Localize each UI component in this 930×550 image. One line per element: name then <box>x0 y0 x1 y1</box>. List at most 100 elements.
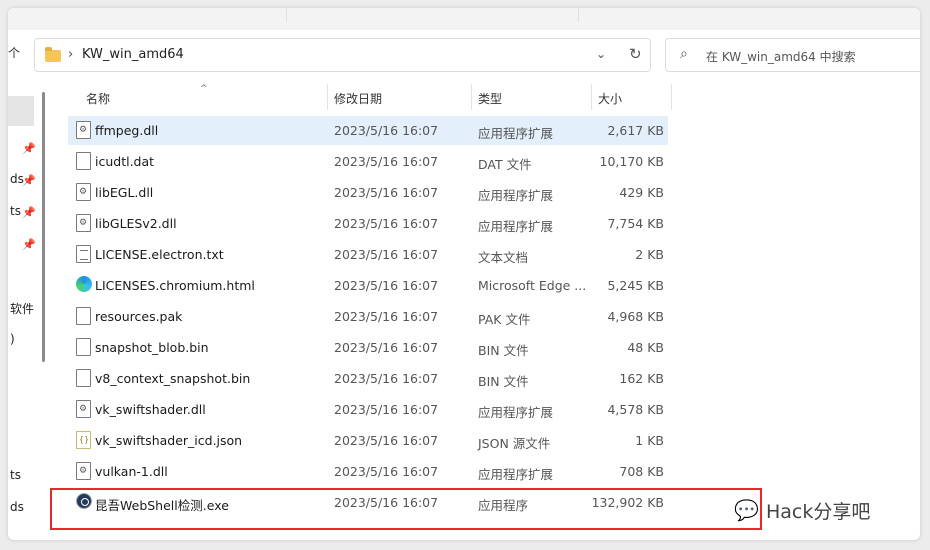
file-row[interactable]: libGLESv2.dll 2023/5/16 16:07 应用程序扩展 7,754 … <box>68 209 668 238</box>
dll-file-icon <box>76 214 91 232</box>
dll-file-icon <box>76 462 91 480</box>
pin-icon: 📌 <box>22 174 36 187</box>
file-date: 2023/5/16 16:07 <box>334 309 439 324</box>
file-name: libEGL.dll <box>95 185 154 200</box>
file-size: 10,170 KB <box>599 154 664 169</box>
sidebar-scrollbar[interactable] <box>42 92 45 362</box>
file-name: LICENSES.chromium.html <box>95 278 255 293</box>
file-date: 2023/5/16 16:07 <box>334 216 439 231</box>
file-icon <box>76 152 91 170</box>
pin-icon: 📌 <box>22 206 36 219</box>
sidebar-item-label[interactable]: ds <box>10 500 24 514</box>
column-divider[interactable] <box>591 84 592 110</box>
file-row[interactable]: icudtl.dat 2023/5/16 16:07 DAT 文件 10,170 KB <box>68 147 668 176</box>
title-divider <box>286 8 287 22</box>
search-placeholder[interactable]: 在 KW_win_amd64 中搜索 <box>706 48 856 65</box>
sidebar-selected-item[interactable] <box>8 96 34 126</box>
column-divider[interactable] <box>471 84 472 110</box>
column-headers: ^ 名称 修改日期 类型 大小 <box>68 82 688 114</box>
address-path[interactable]: KW_win_amd64 <box>82 47 184 62</box>
file-date: 2023/5/16 16:07 <box>334 247 439 262</box>
file-date: 2023/5/16 16:07 <box>334 464 439 479</box>
file-type: 应用程序扩展 <box>478 126 554 141</box>
file-type: 应用程序扩展 <box>478 219 554 234</box>
file-name: vk_swiftshader.dll <box>95 402 206 417</box>
json-file-icon <box>76 431 91 449</box>
file-row[interactable]: LICENSES.chromium.html 2023/5/16 16:07 Mic… <box>68 271 668 300</box>
file-name: vk_swiftshader_icd.json <box>95 433 243 448</box>
file-name: libGLESv2.dll <box>95 216 177 231</box>
column-header-date[interactable]: 修改日期 <box>334 90 382 107</box>
file-date: 2023/5/16 16:07 <box>334 278 439 293</box>
file-name: v8_context_snapshot.bin <box>95 371 251 386</box>
file-row[interactable]: ffmpeg.dll 2023/5/16 16:07 应用程序扩展 2,617 KB <box>68 116 668 145</box>
file-date: 2023/5/16 16:07 <box>334 154 439 169</box>
navigation-pane: 📌 ds 📌 ts 📌 📌 软件 ) ts ds <box>8 82 56 540</box>
pin-icon: 📌 <box>22 238 36 251</box>
file-type: PAK 文件 <box>478 312 531 327</box>
file-row[interactable]: libEGL.dll 2023/5/16 16:07 应用程序扩展 429 KB <box>68 178 668 207</box>
dll-file-icon <box>76 183 91 201</box>
search-box[interactable]: ⌕ 在 KW_win_amd64 中搜索 <box>665 38 920 72</box>
refresh-icon[interactable]: ↻ <box>629 45 642 63</box>
file-date: 2023/5/16 16:07 <box>334 185 439 200</box>
text-file-icon <box>76 245 91 263</box>
chevron-down-icon[interactable]: ⌄ <box>596 47 606 61</box>
column-divider[interactable] <box>327 84 328 110</box>
file-size: 48 KB <box>627 340 664 355</box>
column-divider[interactable] <box>671 84 672 110</box>
file-row[interactable]: vk_swiftshader.dll 2023/5/16 16:07 应用程序扩展 4… <box>68 395 668 424</box>
file-size: 4,578 KB <box>607 402 664 417</box>
title-bar <box>8 8 920 30</box>
column-header-size[interactable]: 大小 <box>598 90 622 107</box>
file-row[interactable]: resources.pak 2023/5/16 16:07 PAK 文件 4,968 … <box>68 302 668 331</box>
watermark-text: Hack分享吧 <box>766 501 871 523</box>
explorer-window: 个 › KW_win_amd64 ⌄ ↻ ⌕ 在 KW_win_amd64 中搜… <box>8 8 920 540</box>
pin-icon: 📌 <box>22 142 36 155</box>
file-type: DAT 文件 <box>478 157 532 172</box>
chevron-right-icon[interactable]: › <box>68 47 73 62</box>
file-type: 文本文档 <box>478 250 529 265</box>
edge-icon <box>76 276 92 292</box>
file-name: snapshot_blob.bin <box>95 340 209 355</box>
file-size: 708 KB <box>619 464 664 479</box>
wechat-icon: 💬 <box>734 498 759 522</box>
file-size: 7,754 KB <box>607 216 664 231</box>
file-row[interactable]: vk_swiftshader_icd.json 2023/5/16 16:07 JS… <box>68 426 668 455</box>
sidebar-item-label[interactable]: ts <box>10 468 21 482</box>
file-icon <box>76 369 91 387</box>
file-size: 1 KB <box>635 433 664 448</box>
file-name: ffmpeg.dll <box>95 123 159 138</box>
file-type: BIN 文件 <box>478 343 529 358</box>
up-arrow-icon[interactable]: 个 <box>8 44 20 61</box>
file-date: 2023/5/16 16:07 <box>334 402 439 417</box>
sidebar-item-label[interactable]: ) <box>10 332 15 346</box>
file-size: 4,968 KB <box>607 309 664 324</box>
file-name: icudtl.dat <box>95 154 155 169</box>
column-header-type[interactable]: 类型 <box>478 90 502 107</box>
sort-ascending-icon: ^ <box>200 84 208 94</box>
file-icon <box>76 307 91 325</box>
file-icon <box>76 338 91 356</box>
column-header-name[interactable]: 名称 <box>86 90 110 107</box>
file-name: vulkan-1.dll <box>95 464 168 479</box>
title-divider <box>578 8 579 22</box>
sidebar-item-label[interactable]: ts <box>10 204 21 218</box>
file-row[interactable]: vulkan-1.dll 2023/5/16 16:07 应用程序扩展 708 KB <box>68 457 668 486</box>
address-bar[interactable]: › KW_win_amd64 ⌄ ↻ <box>34 38 651 72</box>
file-type: JSON 源文件 <box>478 436 551 451</box>
file-row[interactable]: snapshot_blob.bin 2023/5/16 16:07 BIN 文件 48… <box>68 333 668 362</box>
file-date: 2023/5/16 16:07 <box>334 371 439 386</box>
file-row[interactable]: v8_context_snapshot.bin 2023/5/16 16:07 BI… <box>68 364 668 393</box>
file-size: 162 KB <box>619 371 664 386</box>
folder-icon <box>45 47 61 62</box>
file-type: 应用程序扩展 <box>478 188 554 203</box>
file-size: 429 KB <box>619 185 664 200</box>
file-row[interactable]: LICENSE.electron.txt 2023/5/16 16:07 文本文档 2… <box>68 240 668 269</box>
file-type: BIN 文件 <box>478 374 529 389</box>
file-date: 2023/5/16 16:07 <box>334 340 439 355</box>
sidebar-item-label[interactable]: 软件 <box>10 300 34 317</box>
file-name: LICENSE.electron.txt <box>95 247 224 262</box>
file-type: Microsoft Edge ... <box>478 278 587 293</box>
file-size: 5,245 KB <box>607 278 664 293</box>
